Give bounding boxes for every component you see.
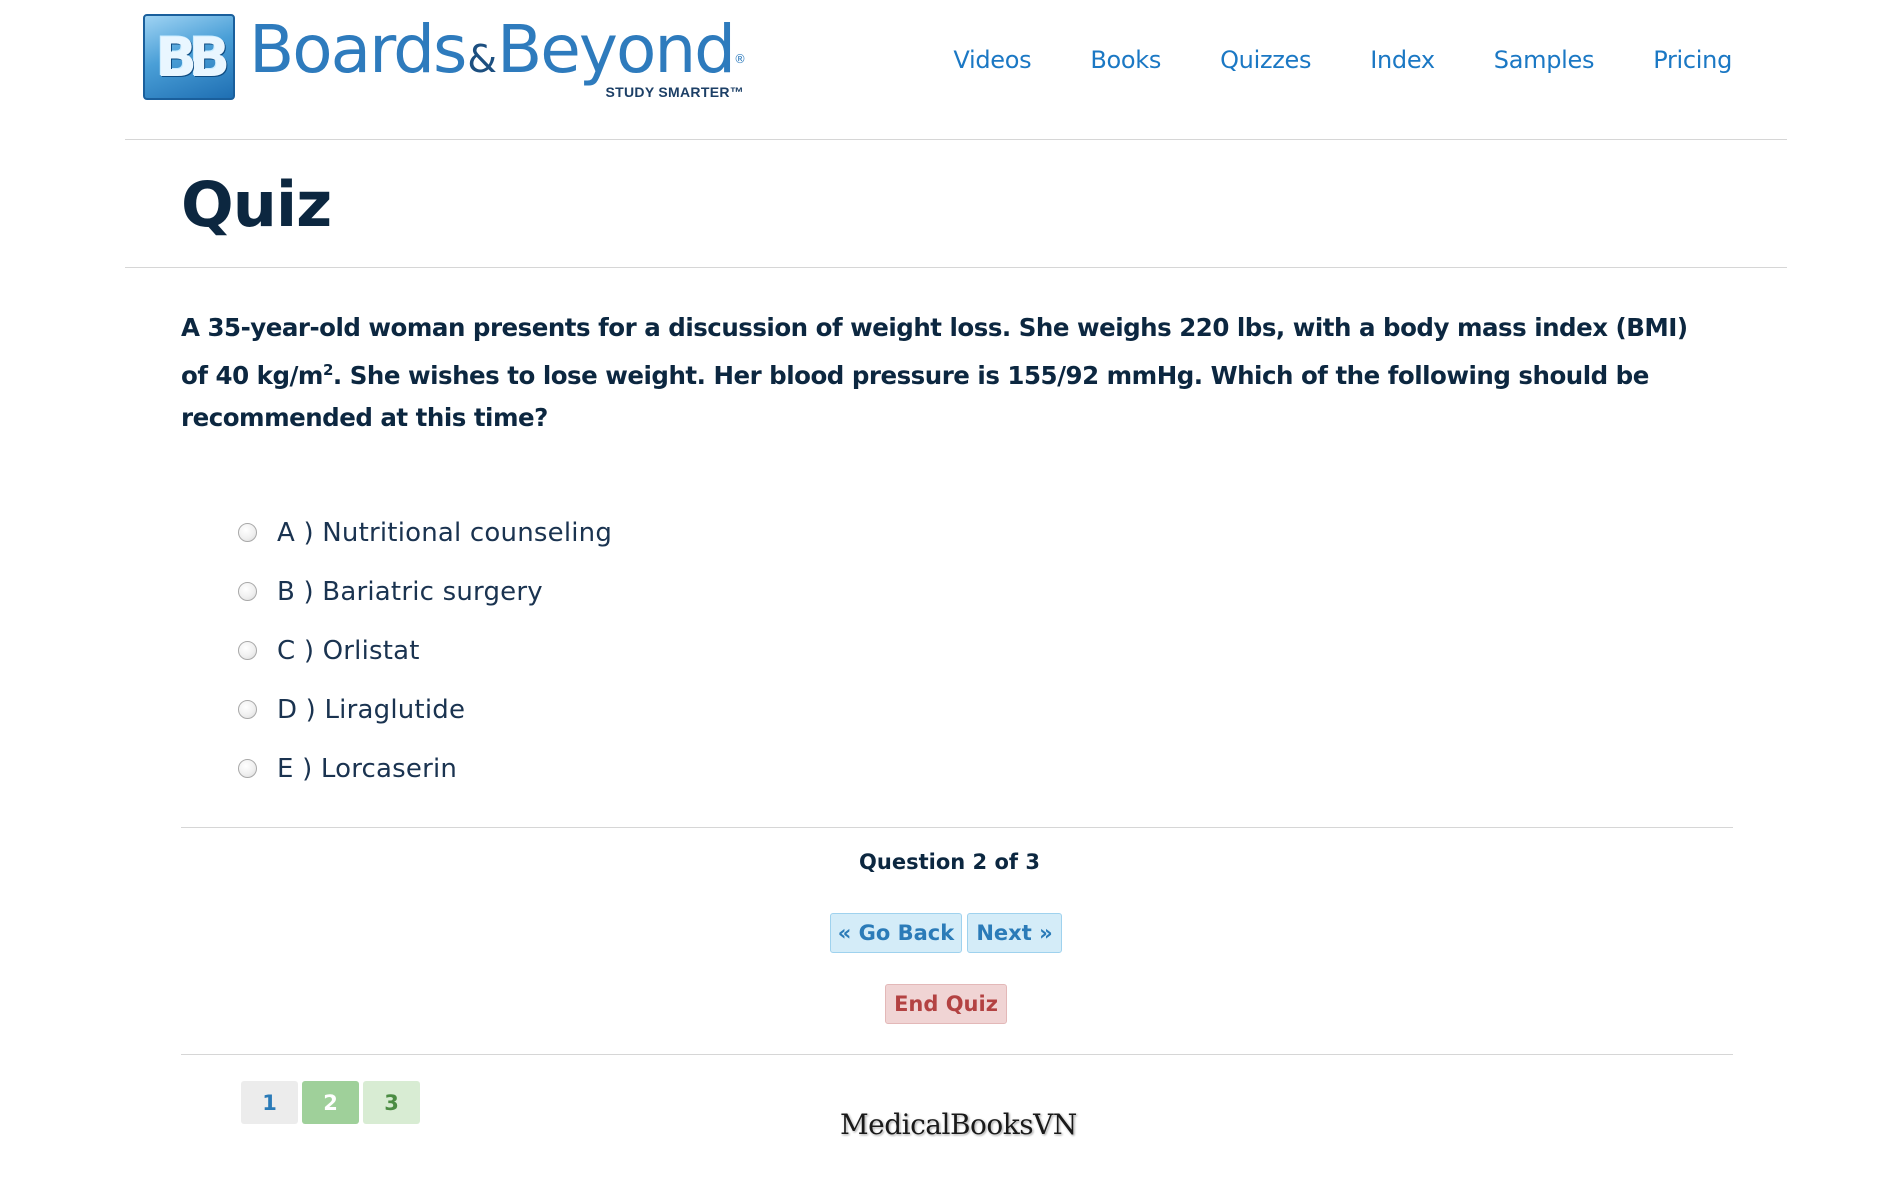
- radio-d[interactable]: [238, 700, 257, 719]
- answer-option-c[interactable]: C ) Orlistat: [238, 621, 612, 680]
- radio-b[interactable]: [238, 582, 257, 601]
- radio-c[interactable]: [238, 641, 257, 660]
- nav-pricing[interactable]: Pricing: [1653, 46, 1732, 74]
- go-back-button[interactable]: « Go Back: [830, 913, 962, 953]
- question-text: A 35-year-old woman presents for a discu…: [181, 307, 1721, 439]
- answer-list: A ) Nutritional counseling B ) Bariatric…: [238, 503, 612, 798]
- title-section: Quiz: [125, 140, 1787, 268]
- answer-label-b: B ) Bariatric surgery: [277, 576, 543, 607]
- logo-name-part1: Boards: [249, 11, 467, 88]
- question-counter: Question 2 of 3: [859, 850, 1040, 874]
- page-button-1[interactable]: 1: [241, 1081, 298, 1124]
- question-pagination: 1 2 3: [241, 1081, 424, 1124]
- logo-name: Boards&Beyond®: [249, 11, 746, 95]
- page-button-2-current[interactable]: 2: [302, 1081, 359, 1124]
- page-button-3[interactable]: 3: [363, 1081, 420, 1124]
- main-nav: Videos Books Quizzes Index Samples Prici…: [894, 46, 1732, 74]
- brand-logo[interactable]: BB Boards&Beyond® STUDY SMARTER™: [143, 11, 746, 104]
- nav-quizzes[interactable]: Quizzes: [1220, 46, 1311, 74]
- nav-books[interactable]: Books: [1090, 46, 1161, 74]
- answer-label-e: E ) Lorcaserin: [277, 753, 458, 784]
- site-header: BB Boards&Beyond® STUDY SMARTER™ Videos …: [125, 0, 1787, 140]
- question-superscript: 2: [322, 361, 333, 379]
- nav-samples[interactable]: Samples: [1494, 46, 1595, 74]
- logo-badge-icon: BB: [143, 14, 235, 100]
- logo-name-part2: Beyond: [497, 11, 736, 88]
- divider-bottom: [181, 1054, 1733, 1055]
- answer-label-a: A ) Nutritional counseling: [277, 517, 613, 548]
- radio-e[interactable]: [238, 759, 257, 778]
- answer-option-d[interactable]: D ) Liraglutide: [238, 680, 612, 739]
- registered-mark: ®: [734, 52, 746, 66]
- logo-wordmark: Boards&Beyond® STUDY SMARTER™: [249, 11, 746, 101]
- page-title: Quiz: [181, 168, 332, 241]
- logo-tagline: STUDY SMARTER™: [605, 84, 745, 100]
- watermark: MedicalBooksVN: [840, 1108, 1077, 1141]
- logo-ampersand: &: [467, 37, 497, 81]
- question-text-part2: . She wishes to lose weight. Her blood p…: [181, 361, 1649, 433]
- answer-option-b[interactable]: B ) Bariatric surgery: [238, 562, 612, 621]
- radio-a[interactable]: [238, 523, 257, 542]
- nav-videos[interactable]: Videos: [953, 46, 1031, 74]
- quiz-navigation: « Go Back Next »: [830, 913, 1062, 953]
- answer-option-a[interactable]: A ) Nutritional counseling: [238, 503, 612, 562]
- end-quiz-button[interactable]: End Quiz: [885, 984, 1007, 1024]
- answer-label-c: C ) Orlistat: [277, 635, 420, 666]
- answer-option-e[interactable]: E ) Lorcaserin: [238, 739, 612, 798]
- next-button[interactable]: Next »: [967, 913, 1062, 953]
- answer-label-d: D ) Liraglutide: [277, 694, 466, 725]
- nav-index[interactable]: Index: [1370, 46, 1435, 74]
- divider-top: [181, 827, 1733, 828]
